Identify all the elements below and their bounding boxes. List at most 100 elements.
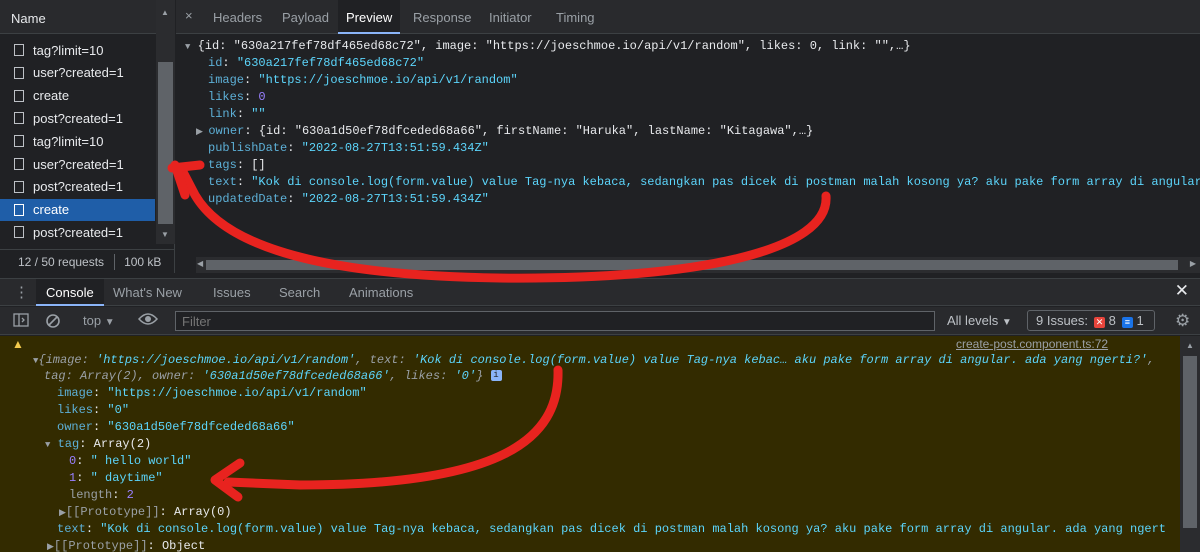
prop-value: "https://joeschmoe.io/api/v1/random": [107, 386, 367, 400]
tab-timing[interactable]: Timing: [548, 0, 603, 34]
tab-headers[interactable]: Headers: [205, 0, 270, 34]
horizontal-scrollbar-thumb[interactable]: [206, 260, 1178, 270]
network-request-list: Name tag?limit=10 user?created=1 create pos…: [0, 0, 175, 273]
prototype-expand-triangle-icon[interactable]: ▶: [59, 508, 66, 518]
console-tag-item-1: 1: " daytime": [69, 471, 163, 485]
tab-initiator[interactable]: Initiator: [481, 0, 540, 34]
summary-image-value: 'https://joeschmoe.io/api/v1/random': [96, 353, 356, 367]
request-row[interactable]: user?created=1: [0, 153, 155, 175]
context-selector[interactable]: top ▼: [83, 313, 115, 328]
clear-console-icon[interactable]: [45, 313, 61, 332]
prop-value: Object: [161, 539, 206, 552]
console-scrollbar[interactable]: ▲: [1180, 336, 1200, 552]
context-label: top: [83, 313, 102, 328]
close-detail-icon[interactable]: ×: [185, 8, 193, 23]
preview-field-image: image: "https://joeschmoe.io/api/v1/rand…: [208, 73, 518, 87]
field-value: "2022-08-27T13:51:59.434Z": [301, 192, 489, 206]
tab-search[interactable]: Search: [269, 279, 330, 306]
tab-issues[interactable]: Issues: [203, 279, 261, 306]
prop-key: text: [57, 522, 86, 536]
scroll-right-icon[interactable]: ▶: [1190, 259, 1196, 268]
request-row[interactable]: post?created=1: [0, 176, 155, 198]
preview-field-tags: tags: []: [208, 158, 266, 172]
info-icon[interactable]: i: [490, 370, 502, 382]
request-row[interactable]: post?created=1: [0, 107, 155, 129]
summary-text-value: 'Kok di console.log(form.value) value Ta…: [412, 353, 1148, 367]
field-value: "Kok di console.log(form.value) value Ta…: [251, 175, 1200, 189]
field-value: {id: "630a1d50ef78dfceded68a66", firstNa…: [258, 124, 814, 138]
console-object-prototype[interactable]: ▶[[Prototype]]: Object: [47, 539, 205, 552]
request-row[interactable]: create: [0, 85, 155, 107]
tab-payload[interactable]: Payload: [274, 0, 337, 34]
console-prop-owner: owner: "630a1d50ef78dfceded68a66": [57, 420, 295, 434]
tab-response[interactable]: Response: [405, 0, 480, 34]
request-name: post?created=1: [33, 110, 123, 126]
close-drawer-icon[interactable]: ✕: [1175, 281, 1189, 301]
field-key: link: [208, 107, 237, 121]
console-object-summary-line-1[interactable]: ▼{image: 'https://joeschmoe.io/api/v1/ra…: [33, 353, 1155, 367]
prop-key: [[Prototype]]: [65, 505, 160, 519]
request-name: tag?limit=10: [33, 133, 104, 149]
prop-key: owner: [57, 420, 94, 434]
preview-horizontal-scrollbar[interactable]: ◀ ▶: [196, 257, 1200, 273]
tab-whats-new[interactable]: What's New: [103, 279, 192, 306]
request-type-icon: [14, 44, 24, 56]
expand-triangle-icon[interactable]: ▼: [185, 42, 190, 52]
request-row[interactable]: create: [0, 198, 155, 221]
request-row[interactable]: tag?limit=10: [0, 39, 155, 61]
tab-animations[interactable]: Animations: [339, 279, 423, 306]
field-key: publishDate: [208, 141, 288, 155]
preview-field-publishDate: publishDate: "2022-08-27T13:51:59.434Z": [208, 141, 489, 155]
preview-field-likes: likes: 0: [208, 90, 266, 104]
name-header-label: Name: [11, 11, 46, 26]
response-preview: ▼ {id: "630a217fef78df465ed68c72", image…: [176, 35, 1200, 257]
prop-key: length: [69, 488, 113, 502]
name-column-header[interactable]: Name: [0, 0, 156, 34]
prototype-expand-triangle-icon[interactable]: ▶: [47, 542, 54, 552]
request-type-icon: [14, 135, 24, 148]
summary-owner-value: '630a1d50ef78dfceded68a66': [202, 369, 390, 383]
expand-triangle-icon[interactable]: ▶: [196, 127, 208, 137]
console-prop-text: text: "Kok di console.log(form.value) va…: [57, 522, 1166, 536]
issues-label: 9 Issues:: [1036, 313, 1089, 328]
console-filter-input[interactable]: [175, 311, 935, 331]
scrollbar-thumb[interactable]: [158, 62, 173, 224]
source-location-link[interactable]: create-post.component.ts:72: [956, 337, 1108, 351]
log-levels-dropdown[interactable]: All levels ▼: [947, 313, 1012, 328]
prop-value: "630a1d50ef78dfceded68a66": [107, 420, 295, 434]
preview-root-row[interactable]: ▼ {id: "630a217fef78df465ed68c72", image…: [185, 39, 911, 53]
context-dropdown-icon: ▼: [104, 317, 115, 328]
request-row[interactable]: user?created=1: [0, 62, 155, 84]
scroll-down-icon[interactable]: ▼: [161, 230, 169, 239]
request-list-scrollbar[interactable]: ▲ ▼: [156, 0, 175, 244]
summary-likes-value: '0': [454, 369, 477, 383]
scroll-up-icon[interactable]: ▲: [161, 8, 169, 17]
preview-summary: {id: "630a217fef78df465ed68c72", image: …: [197, 39, 911, 53]
prop-key: image: [57, 386, 94, 400]
prop-value: "Kok di console.log(form.value) value Ta…: [100, 522, 1166, 536]
drawer-menu-icon[interactable]: ⋮: [14, 283, 29, 301]
request-row[interactable]: post?created=1: [0, 221, 155, 243]
request-type-icon: [14, 203, 24, 216]
console-prop-tag[interactable]: ▼ tag: Array(2): [45, 437, 151, 451]
console-scroll-up-icon[interactable]: ▲: [1186, 341, 1194, 350]
preview-field-link: link: "": [208, 107, 266, 121]
transfer-size: 100 kB: [124, 254, 162, 269]
preview-field-owner[interactable]: ▶ owner: {id: "630a1d50ef78dfceded68a66"…: [196, 124, 813, 138]
tab-preview[interactable]: Preview: [338, 0, 401, 34]
warning-icon: ▲: [12, 337, 24, 351]
console-settings-gear-icon[interactable]: ⚙: [1175, 311, 1190, 331]
field-value: 0: [258, 90, 266, 104]
scroll-left-icon[interactable]: ◀: [197, 259, 203, 268]
sidebar-toggle-icon[interactable]: [13, 313, 29, 330]
request-name: create: [33, 202, 70, 218]
console-scrollbar-thumb[interactable]: [1183, 356, 1197, 528]
console-tag-prototype[interactable]: ▶[[Prototype]]: Array(0): [59, 505, 232, 519]
live-expression-eye-icon[interactable]: [137, 312, 159, 329]
issues-counter-button[interactable]: 9 Issues: ✕ 8 ≡ 1: [1027, 310, 1155, 331]
tag-expand-triangle-icon[interactable]: ▼: [45, 440, 50, 450]
preview-field-id: id: "630a217fef78df465ed68c72": [208, 56, 425, 70]
tab-console[interactable]: Console: [36, 279, 104, 306]
error-icon: ✕: [1094, 317, 1106, 328]
request-row[interactable]: tag?limit=10: [0, 130, 155, 152]
